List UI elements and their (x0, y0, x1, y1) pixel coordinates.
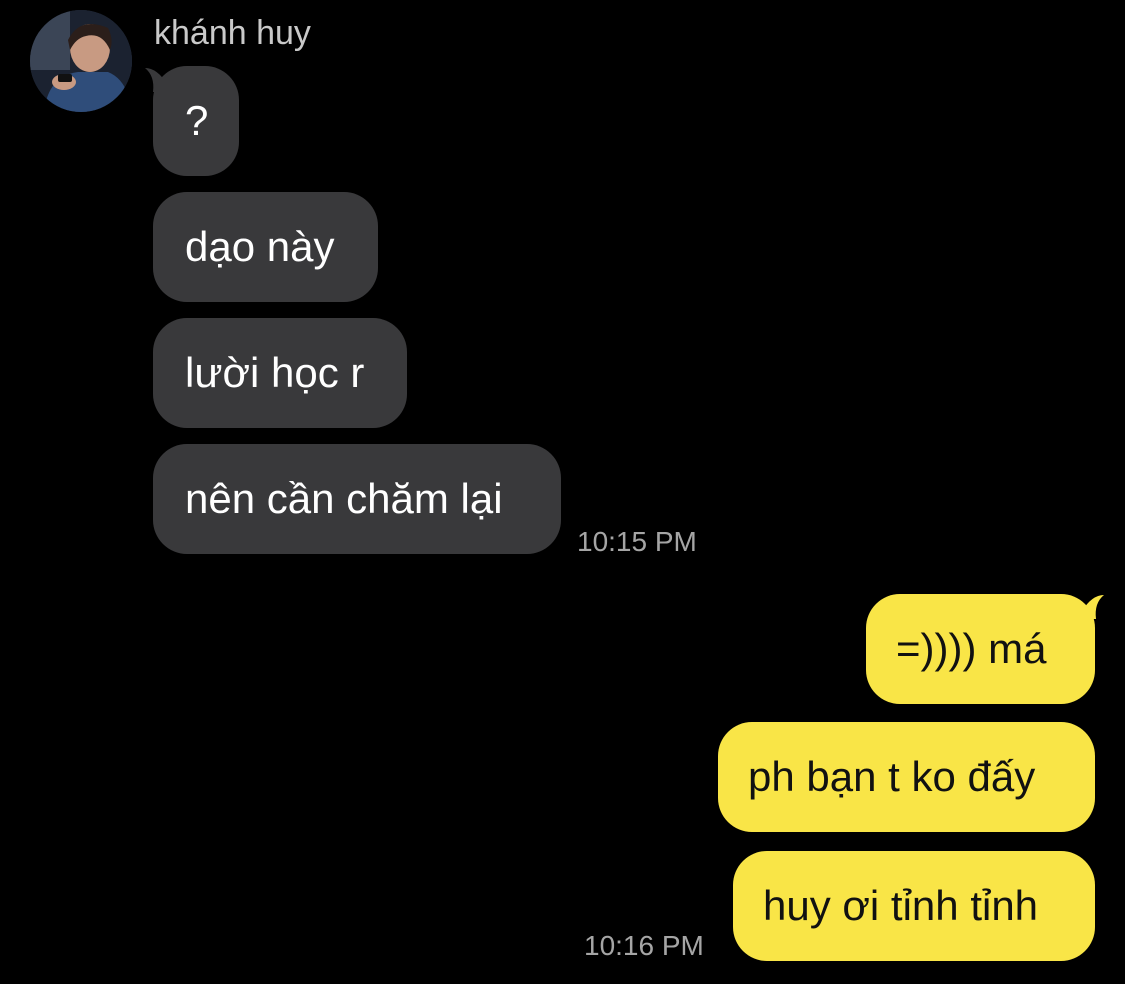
sender-name: khánh huy (154, 14, 311, 52)
outgoing-message[interactable]: =)))) má (866, 594, 1095, 704)
message-text: =)))) má (896, 625, 1047, 672)
incoming-message[interactable]: nên cần chăm lại (153, 444, 561, 554)
outgoing-message[interactable]: huy ơi tỉnh tỉnh (733, 851, 1095, 961)
message-text: dạo này (185, 223, 335, 270)
message-text: lười học r (185, 349, 365, 396)
incoming-message[interactable]: lười học r (153, 318, 407, 428)
incoming-message[interactable]: ? (153, 66, 239, 176)
message-text: huy ơi tỉnh tỉnh (763, 882, 1039, 929)
incoming-message[interactable]: dạo này (153, 192, 378, 302)
incoming-timestamp: 10:15 PM (577, 526, 697, 557)
message-text: ? (185, 97, 209, 144)
avatar[interactable] (30, 10, 132, 112)
avatar-photo (30, 10, 132, 112)
outgoing-timestamp: 10:16 PM (584, 930, 704, 961)
message-text: ph bạn t ko đấy (748, 753, 1036, 800)
outgoing-message[interactable]: ph bạn t ko đấy (718, 722, 1095, 832)
message-text: nên cần chăm lại (185, 475, 503, 522)
